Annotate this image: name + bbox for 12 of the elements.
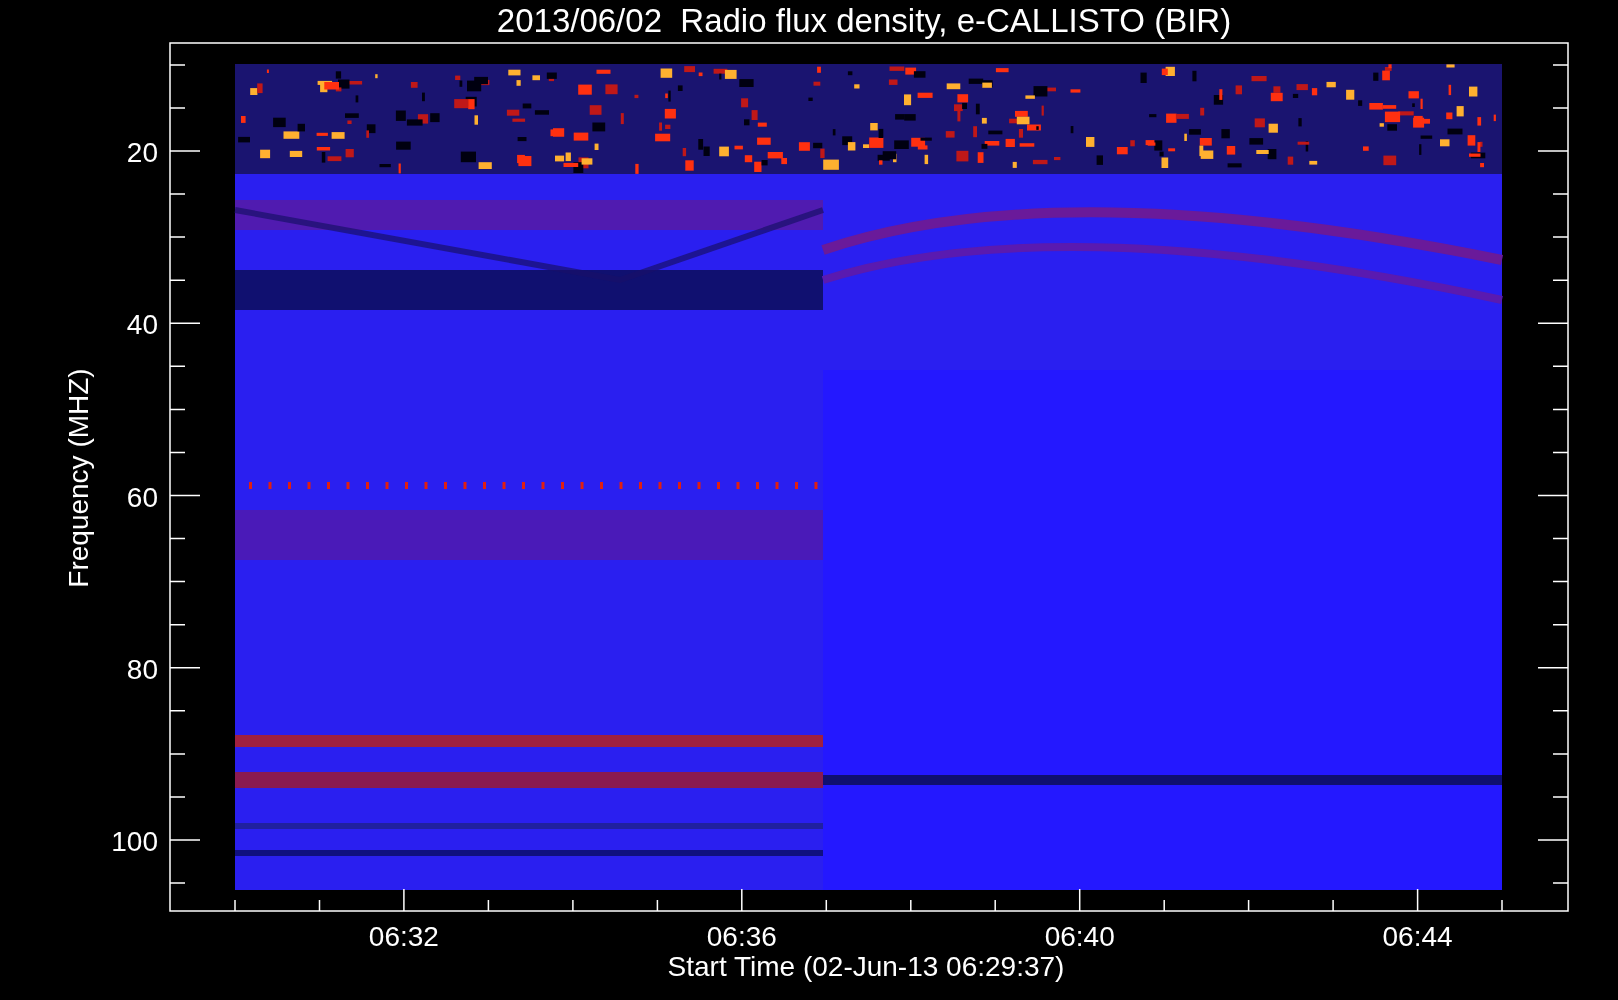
axis-tick-label: 100 — [111, 826, 158, 857]
axis-tick-label: 06:32 — [368, 921, 439, 952]
axis-tick-label: 60 — [126, 481, 158, 513]
axis-tick-label: 06:36 — [706, 921, 777, 952]
axis-tick-label: 06:40 — [1044, 921, 1115, 952]
axis-title: Frequency (MHZ) — [63, 368, 94, 588]
axis-tick-label: 40 — [126, 309, 158, 341]
axis-tick-label: 20 — [126, 137, 158, 168]
axis-title: Start Time (02-Jun-13 06:29:37) — [667, 951, 1065, 982]
axis-tick-label: 06:44 — [1382, 921, 1453, 952]
chart-title: 2013/06/02 Radio flux density, e-CALLISTO (BIR) — [496, 2, 1232, 39]
axis-tick-label: 80 — [126, 653, 158, 685]
